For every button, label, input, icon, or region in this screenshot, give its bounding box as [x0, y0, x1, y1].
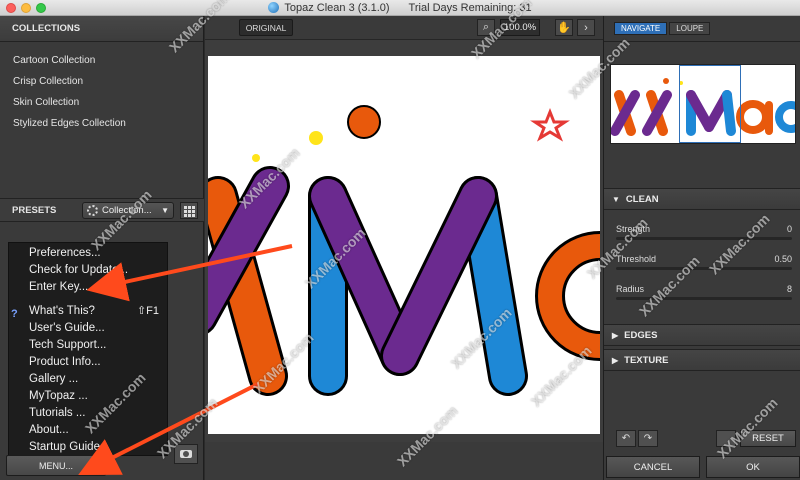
yellow-dot-small — [252, 154, 260, 162]
navigator-preview[interactable] — [610, 64, 796, 144]
chevron-right-icon: › — [584, 21, 588, 34]
section-label: TEXTURE — [624, 354, 669, 366]
undo-icon: ↶ — [621, 433, 631, 444]
logo-m-purple-right — [383, 179, 495, 373]
menu-item-product-info[interactable]: Product Info... — [9, 354, 167, 371]
navigator-viewport-box[interactable] — [679, 65, 741, 143]
triangle-down-icon: ▼ — [612, 194, 620, 204]
image-canvas[interactable] — [208, 56, 600, 434]
menu-separator — [9, 296, 167, 303]
menu-item-mytopaz[interactable]: MyTopaz ... — [9, 388, 167, 405]
menu-item-enter-key[interactable]: Enter Key... — [9, 279, 167, 296]
collection-item[interactable]: Skin Collection — [0, 92, 203, 113]
help-menu: Preferences... Check for Update... Enter… — [8, 242, 168, 456]
edges-section-header[interactable]: ▶ EDGES — [604, 324, 800, 346]
magnifier-icon: ⌕ — [482, 21, 490, 33]
reset-button[interactable]: RESET — [740, 430, 796, 447]
slider-track[interactable] — [616, 297, 792, 300]
canvas-image — [208, 105, 600, 396]
collection-item[interactable]: Crisp Collection — [0, 71, 203, 92]
minimize-window-button[interactable] — [21, 3, 31, 13]
close-window-button[interactable] — [6, 3, 16, 13]
presets-bar: PRESETS Collection... ▼ — [0, 198, 204, 222]
original-button[interactable]: ORIGINAL — [239, 19, 293, 36]
texture-section-header[interactable]: ▶ TEXTURE — [604, 349, 800, 371]
menu-button[interactable]: MENU... — [6, 455, 106, 476]
ok-button[interactable]: OK — [706, 456, 800, 478]
collection-item[interactable]: Cartoon Collection — [0, 50, 203, 71]
slider-label: Radius — [616, 284, 645, 294]
slider-threshold[interactable]: Threshold 0.50 — [604, 254, 800, 284]
menu-item-startup-guide[interactable]: Startup Guide... — [9, 439, 167, 456]
presets-label: PRESETS — [12, 204, 57, 216]
slider-label: Strength — [616, 224, 651, 234]
tab-loupe[interactable]: LOUPE — [669, 22, 711, 35]
menu-item-gallery[interactable]: Gallery ... — [9, 371, 167, 388]
menu-item-whats-this[interactable]: ? What's This? ⇧F1 — [9, 303, 167, 320]
menu-item-tech-support[interactable]: Tech Support... — [9, 337, 167, 354]
right-panel: NAVIGATE LOUPE ▼ CLEAN Strength 0 Thresh… — [603, 16, 800, 480]
menu-item-preferences[interactable]: Preferences... — [9, 245, 167, 262]
red-star — [530, 107, 570, 142]
camera-icon — [180, 450, 192, 458]
collection-dropdown[interactable]: Collection... ▼ — [82, 201, 174, 219]
zoom-window-button[interactable] — [36, 3, 46, 13]
snapshot-button[interactable] — [174, 444, 198, 464]
collections-list: Cartoon Collection Crisp Collection Skin… — [0, 42, 203, 134]
slider-strength[interactable]: Strength 0 — [604, 224, 800, 254]
chevron-down-icon: ▼ — [161, 205, 169, 215]
slider-value[interactable]: 0.50 — [774, 254, 792, 264]
undo-button[interactable]: ↶ — [616, 430, 636, 447]
preview-footer — [205, 442, 603, 480]
slider-value[interactable]: 8 — [787, 284, 792, 294]
brush-button[interactable] — [716, 430, 736, 447]
clean-section-header[interactable]: ▼ CLEAN — [604, 188, 800, 210]
triangle-right-icon: ▶ — [612, 355, 619, 365]
menu-item-label: What's This? — [29, 305, 95, 317]
zoom-tool-button[interactable]: ⌕ — [477, 19, 495, 36]
triangle-right-icon: ▶ — [612, 330, 619, 340]
next-button[interactable]: › — [577, 19, 595, 36]
slider-value[interactable]: 0 — [787, 224, 792, 234]
collections-header: COLLECTIONS — [0, 16, 203, 42]
section-label: EDGES — [624, 329, 658, 341]
slider-track[interactable] — [616, 237, 792, 240]
cancel-button[interactable]: CANCEL — [606, 456, 700, 478]
preview-toolbar: ORIGINAL ⌕ 100.0% ✋ › — [205, 16, 603, 40]
tab-navigate[interactable]: NAVIGATE — [614, 22, 668, 35]
redo-icon: ↷ — [643, 433, 653, 444]
menu-item-tutorials[interactable]: Tutorials ... — [9, 405, 167, 422]
zoom-level-field[interactable]: 100.0% — [500, 19, 540, 36]
yellow-dot — [309, 131, 323, 145]
menu-item-about[interactable]: About... — [9, 422, 167, 439]
slider-radius[interactable]: Radius 8 — [604, 284, 800, 314]
trial-status: Trial Days Remaining: 31 — [408, 1, 532, 14]
orange-dot — [347, 105, 381, 139]
redo-button[interactable]: ↷ — [638, 430, 658, 447]
hand-tool-button[interactable]: ✋ — [555, 19, 573, 36]
app-title: Topaz Clean 3 (3.1.0) — [284, 1, 390, 14]
window-title: Topaz Clean 3 (3.1.0) Trial Days Remaini… — [268, 1, 532, 14]
grid-view-button[interactable] — [180, 201, 198, 219]
menu-item-users-guide[interactable]: User's Guide... — [9, 320, 167, 337]
title-bar: Topaz Clean 3 (3.1.0) Trial Days Remaini… — [0, 0, 800, 16]
hand-icon: ✋ — [557, 22, 571, 34]
app-icon — [268, 2, 280, 13]
slider-track[interactable] — [616, 267, 792, 270]
section-label: CLEAN — [625, 193, 659, 205]
menu-shortcut: ⇧F1 — [136, 305, 159, 317]
collection-dropdown-label: Collection... — [102, 204, 152, 216]
preview-panel: ORIGINAL ⌕ 100.0% ✋ › — [205, 16, 603, 480]
gear-icon — [87, 204, 98, 216]
collection-item[interactable]: Stylized Edges Collection — [0, 113, 203, 134]
menu-item-check-update[interactable]: Check for Update... — [9, 262, 167, 279]
navigator-tabs: NAVIGATE LOUPE — [604, 16, 800, 42]
window-controls — [6, 3, 46, 13]
slider-label: Threshold — [616, 254, 657, 264]
